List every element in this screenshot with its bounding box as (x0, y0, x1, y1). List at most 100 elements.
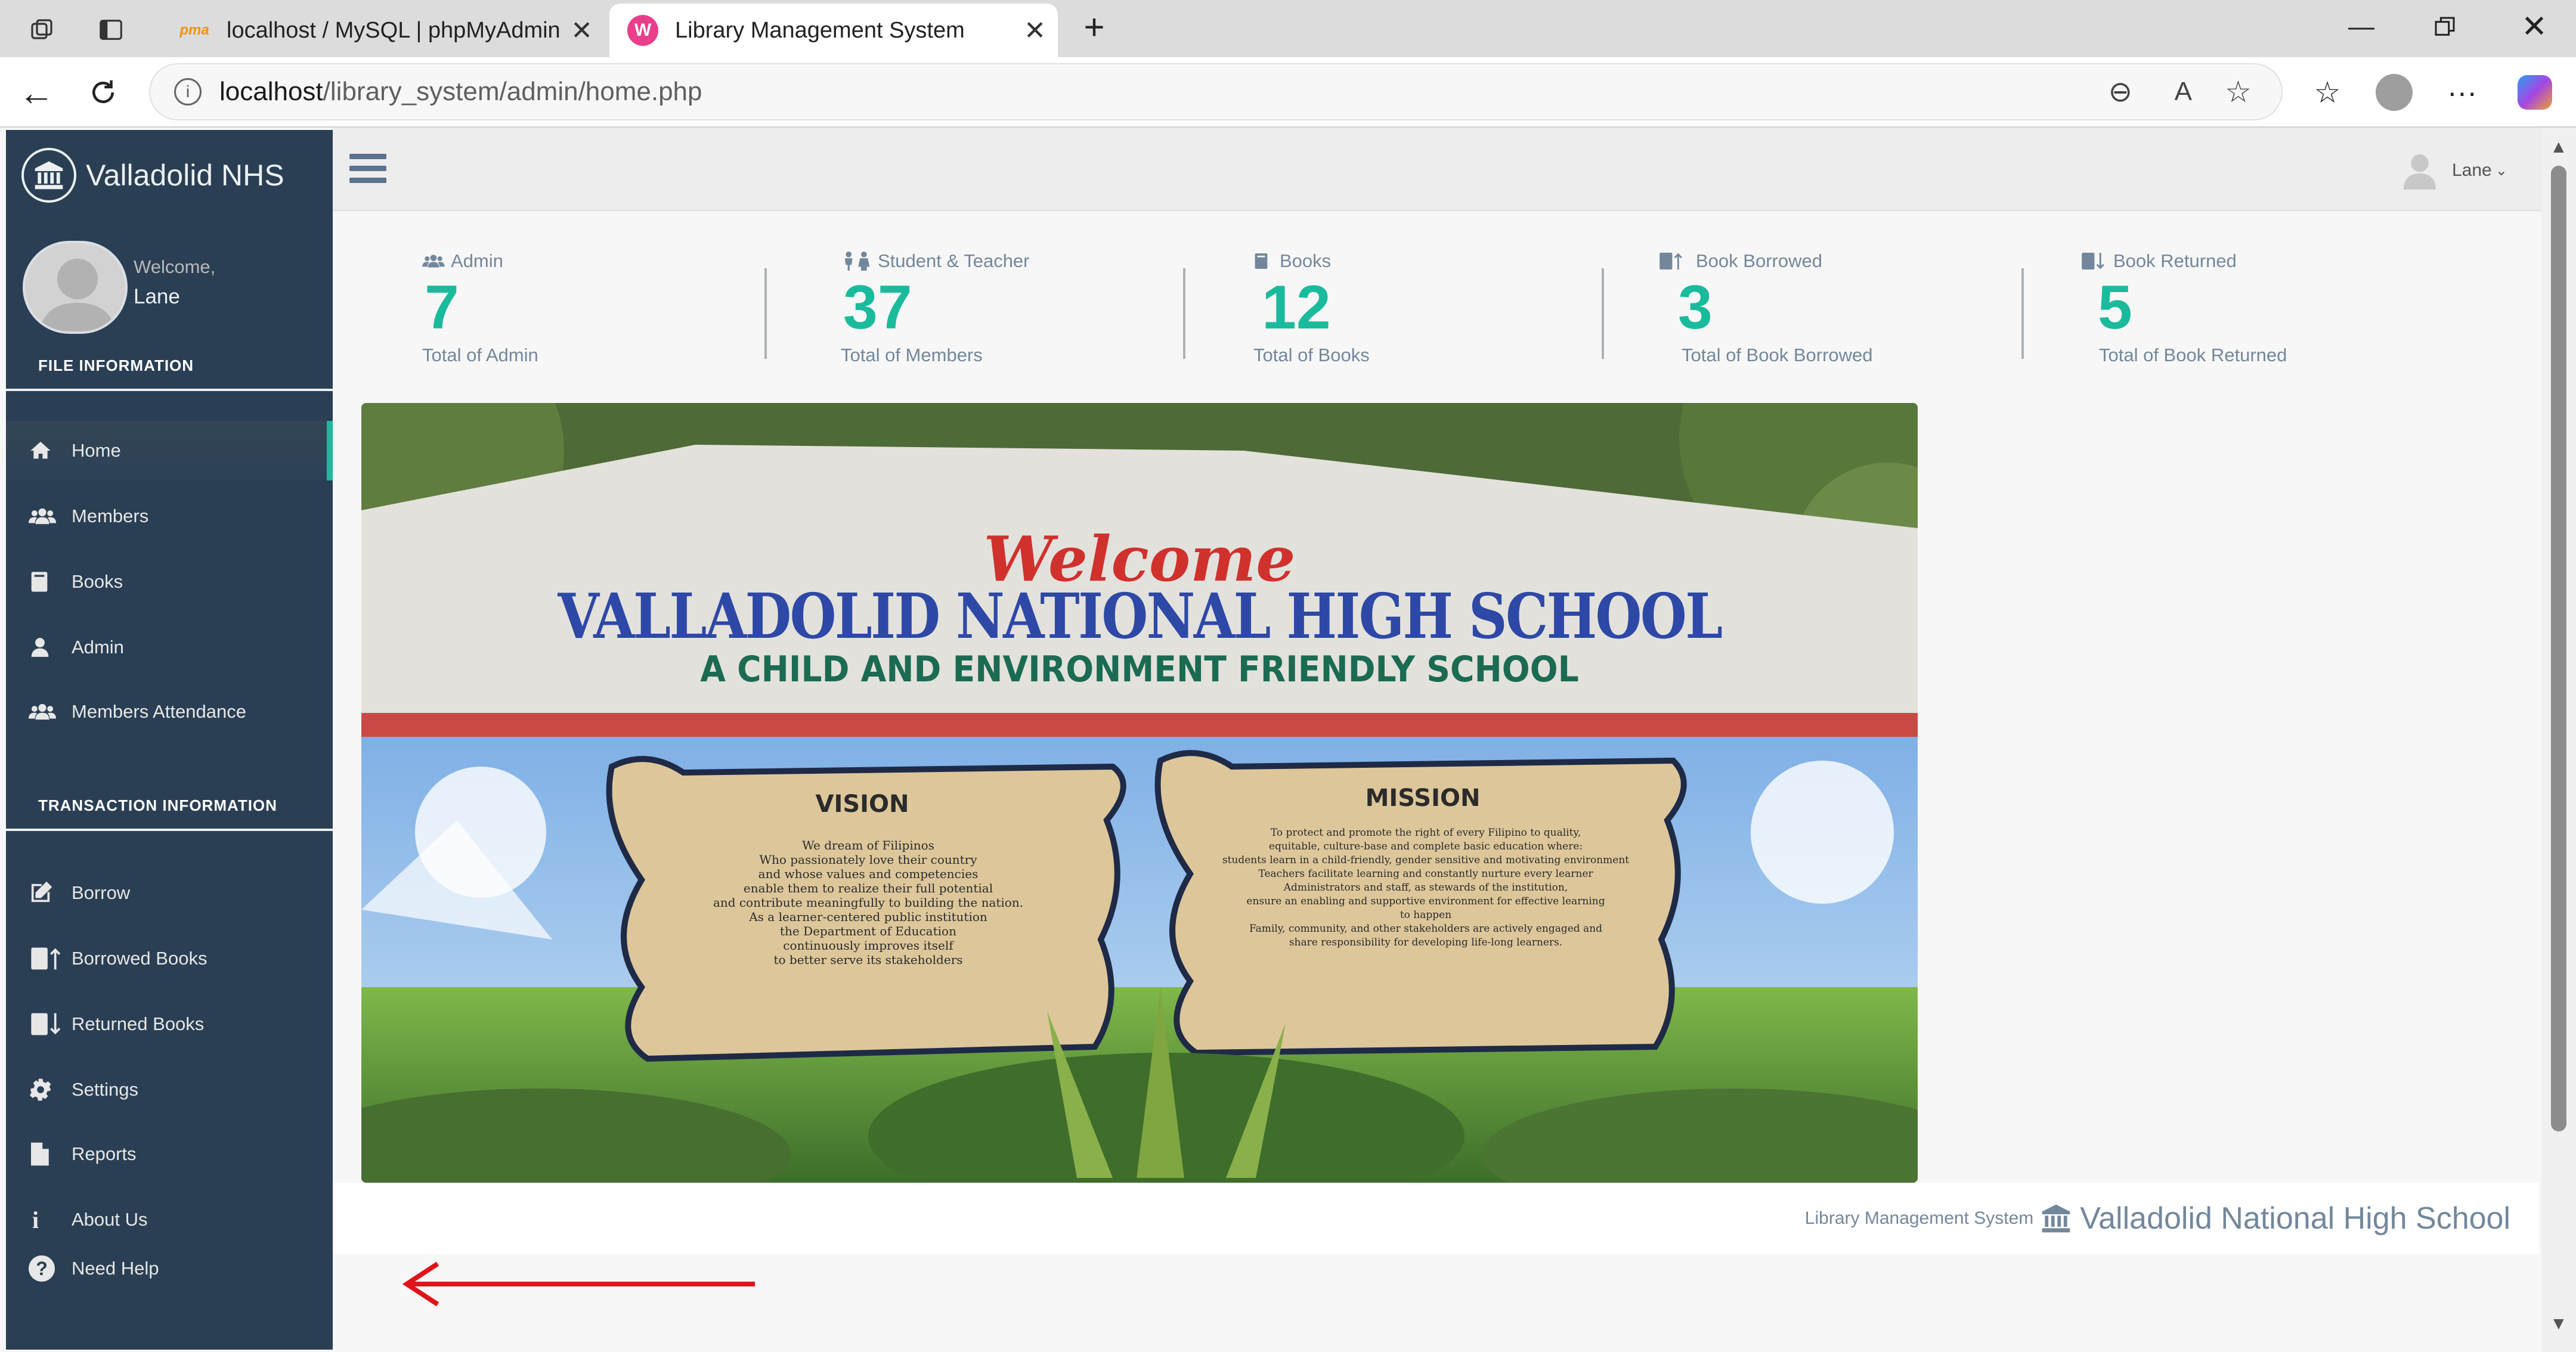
stat-count: 3 (1678, 273, 1713, 342)
mission-line: students learn in a child-friendly, gend… (1222, 854, 1630, 866)
zoom-icon[interactable]: ⊖ (2109, 75, 2132, 108)
book-icon (29, 570, 72, 594)
sidebar-item-label: Borrowed Books (72, 948, 208, 969)
sidebar-item-books[interactable]: Books (6, 552, 333, 612)
menu-toggle-icon[interactable] (349, 154, 386, 184)
tab-phpmyadmin[interactable]: pma localhost / MySQL | phpMyAdmin ✕ (161, 4, 605, 57)
vision-line: and contribute meaningfully to building … (713, 895, 1024, 910)
browser-address-bar: ← i localhost/library_system/admin/home.… (0, 57, 2576, 128)
section-divider (6, 389, 333, 391)
mission-line: To protect and promote the right of ever… (1270, 827, 1581, 839)
site-info-icon[interactable]: i (174, 78, 202, 106)
welcome-text: Welcome, (134, 256, 216, 277)
sidebar-item-label: Books (72, 571, 123, 592)
stat-subtitle: Total of Book Returned (2099, 345, 2287, 365)
stat-members: Student & Teacher 37 Total of Members (841, 250, 1234, 366)
back-icon[interactable]: ← (16, 72, 57, 113)
sidebar-username: Lane (134, 285, 180, 308)
sidebar-item-admin[interactable]: Admin (6, 618, 333, 677)
topnav-username: Lane (2452, 160, 2492, 180)
stat-label: Student & Teacher (878, 250, 1030, 271)
sidebar-item-reports[interactable]: Reports (6, 1124, 333, 1184)
more-icon[interactable]: ··· (2441, 72, 2483, 113)
profile-icon[interactable] (2373, 72, 2415, 113)
stat-divider (764, 268, 767, 359)
sidebar-item-members-attendance[interactable]: Members Attendance (6, 682, 333, 742)
sidebar-item-home[interactable]: Home (6, 421, 333, 480)
sidebar-item-members[interactable]: Members (6, 486, 333, 546)
sidebar-item-borrow[interactable]: Borrow (6, 863, 333, 923)
avatar (23, 241, 128, 334)
refresh-icon[interactable] (82, 72, 124, 113)
stat-count: 37 (843, 273, 912, 342)
close-tab-icon[interactable]: ✕ (571, 15, 593, 46)
new-tab-button[interactable]: + (1073, 6, 1115, 48)
vision-line: the Department of Education (780, 924, 956, 938)
mission-line: Administrators and staff, as stewards of… (1283, 882, 1568, 894)
workspaces-icon[interactable] (24, 11, 62, 49)
institution-icon (2039, 1202, 2073, 1235)
help-icon: ? (29, 1255, 72, 1282)
restore-button[interactable] (2421, 6, 2469, 48)
brand[interactable]: Valladolid NHS (21, 148, 284, 203)
book-icon (1253, 252, 1269, 271)
page-scrollbar[interactable]: ▲ ▼ (2541, 128, 2576, 1352)
users-icon (29, 504, 72, 528)
stat-label: Admin (451, 250, 503, 271)
book-up-icon (1658, 251, 1685, 271)
users-icon (422, 252, 445, 271)
sidebar-item-borrowed-books[interactable]: Borrowed Books (6, 929, 333, 988)
minimize-button[interactable]: — (2337, 6, 2385, 48)
tab-library[interactable]: W Library Management System ✕ (609, 4, 1058, 57)
sidebar: Valladolid NHS Welcome, Lane FILE INFORM… (6, 130, 333, 1350)
book-down-icon (29, 1011, 72, 1037)
user-menu[interactable]: Lane ⌄ (2402, 151, 2507, 190)
url-host: localhost (219, 77, 323, 106)
close-tab-icon[interactable]: ✕ (1024, 15, 1046, 46)
sidebar-item-need-help[interactable]: ? Need Help (6, 1239, 333, 1298)
sidebar-item-label: Settings (72, 1079, 139, 1100)
stat-returned: Book Returned 5 Total of Book Returned (2080, 250, 2473, 366)
sidebar-item-label: Borrow (72, 882, 131, 903)
scroll-down-icon[interactable]: ▼ (2550, 1314, 2568, 1334)
copilot-icon[interactable] (2514, 72, 2556, 113)
scroll-up-icon[interactable]: ▲ (2550, 137, 2568, 157)
sidebar-item-returned-books[interactable]: Returned Books (6, 994, 333, 1054)
mission-text: To protect and promote the right of ever… (1190, 826, 1661, 950)
stat-subtitle: Total of Book Borrowed (1682, 345, 1873, 365)
vertical-tabs-icon[interactable] (92, 11, 130, 49)
mission-line: Family, community, and other stakeholder… (1249, 923, 1603, 935)
browser-tab-bar: pma localhost / MySQL | phpMyAdmin ✕ W L… (0, 0, 2576, 57)
favorites-icon[interactable]: ☆ (2306, 72, 2348, 113)
app-container: Valladolid NHS Welcome, Lane FILE INFORM… (0, 128, 2576, 1352)
sidebar-item-label: Home (72, 440, 121, 461)
sidebar-item-label: Members (72, 506, 149, 526)
mission-line: to happen (1400, 909, 1452, 921)
close-window-button[interactable]: ✕ (2510, 6, 2558, 48)
vision-line: and whose values and competencies (758, 867, 979, 881)
tab-title: localhost / MySQL | phpMyAdmin (227, 17, 561, 43)
gear-icon (29, 1078, 72, 1102)
footer-app-name: Library Management System (1804, 1208, 2034, 1228)
sidebar-item-label: Admin (72, 637, 124, 658)
section-divider (6, 829, 333, 831)
home-icon (29, 439, 72, 463)
read-aloud-icon[interactable]: A (2175, 77, 2192, 107)
mission-line: share responsibility for developing life… (1289, 937, 1563, 948)
mural-school-name: VALLADOLID NATIONAL HIGH SCHOOL (558, 579, 1723, 653)
scrollbar-thumb[interactable] (2551, 166, 2566, 1131)
sidebar-item-label: Returned Books (72, 1013, 205, 1034)
school-welcome-photo: Welcome VALLADOLID NATIONAL HIGH SCHOOL … (361, 403, 1918, 1183)
mission-title: MISSION (1365, 784, 1481, 812)
vision-title: VISION (815, 790, 909, 818)
url-input[interactable]: i localhost/library_system/admin/home.ph… (149, 63, 2283, 120)
favorite-star-icon[interactable]: ☆ (2225, 75, 2252, 109)
sidebar-item-settings[interactable]: Settings (6, 1060, 333, 1120)
chevron-down-icon: ⌄ (2495, 162, 2507, 179)
stat-borrowed: Book Borrowed 3 Total of Book Borrowed (1658, 250, 2051, 366)
sidebar-item-label: Reports (72, 1143, 137, 1164)
vision-line: Who passionately love their country (759, 852, 977, 867)
stat-count: 12 (1262, 273, 1331, 342)
stat-subtitle: Total of Members (841, 345, 983, 365)
file-icon (29, 1142, 72, 1167)
